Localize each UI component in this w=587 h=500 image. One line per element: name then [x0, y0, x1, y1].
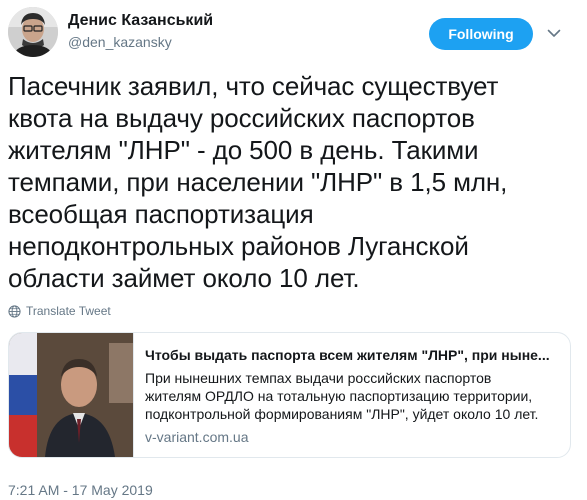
tweet-text-line: жителям "ЛНР" - до 500 в день. Такими [8, 135, 479, 165]
author-handle[interactable]: @den_kazansky [68, 34, 172, 50]
tweet-timestamp[interactable]: 7:21 AM - 17 May 2019 [8, 482, 153, 498]
tweet: Денис Казанський @den_kazansky Following… [0, 0, 587, 500]
tweet-text-line: квота на выдачу российских паспортов [8, 103, 475, 133]
card-thumbnail-photo [9, 333, 133, 457]
tweet-text-line: всеобщая паспортизация [8, 199, 314, 229]
card-description-line: При нынешних темпах выдачи российских па… [145, 370, 492, 386]
tweet-text-line: неподконтрольных районов Луганской [8, 231, 469, 261]
card-domain: v-variant.com.ua [145, 429, 249, 445]
card-description-line: подконтрольной формированиям "ЛНР", уйде… [145, 406, 539, 422]
avatar-photo [8, 7, 58, 57]
tweet-text-line: темпами, при населении "ЛНР" в 1,5 млн, [8, 167, 508, 197]
author-name[interactable]: Денис Казанський [68, 12, 213, 30]
globe-icon [8, 304, 21, 318]
card-thumbnail [9, 333, 134, 457]
tweet-text-line: Пасечник заявил, что сейчас существует [8, 71, 499, 101]
chevron-down-icon[interactable] [546, 25, 562, 41]
translate-label: Translate Tweet [26, 304, 111, 318]
link-card[interactable]: Чтобы выдать паспорта всем жителям "ЛНР"… [8, 332, 571, 458]
following-button[interactable]: Following [429, 18, 533, 50]
card-description-line: жителям ОРДЛО на тотальную паспортизацию… [145, 388, 533, 404]
avatar[interactable] [8, 7, 58, 57]
card-title: Чтобы выдать паспорта всем жителям "ЛНР"… [145, 347, 550, 363]
card-description: При нынешних темпах выдачи российских па… [145, 369, 565, 423]
tweet-text: Пасечник заявил, что сейчас существует к… [8, 70, 578, 294]
tweet-text-line: области займет около 10 лет. [8, 263, 360, 293]
translate-tweet-link[interactable]: Translate Tweet [8, 304, 111, 318]
